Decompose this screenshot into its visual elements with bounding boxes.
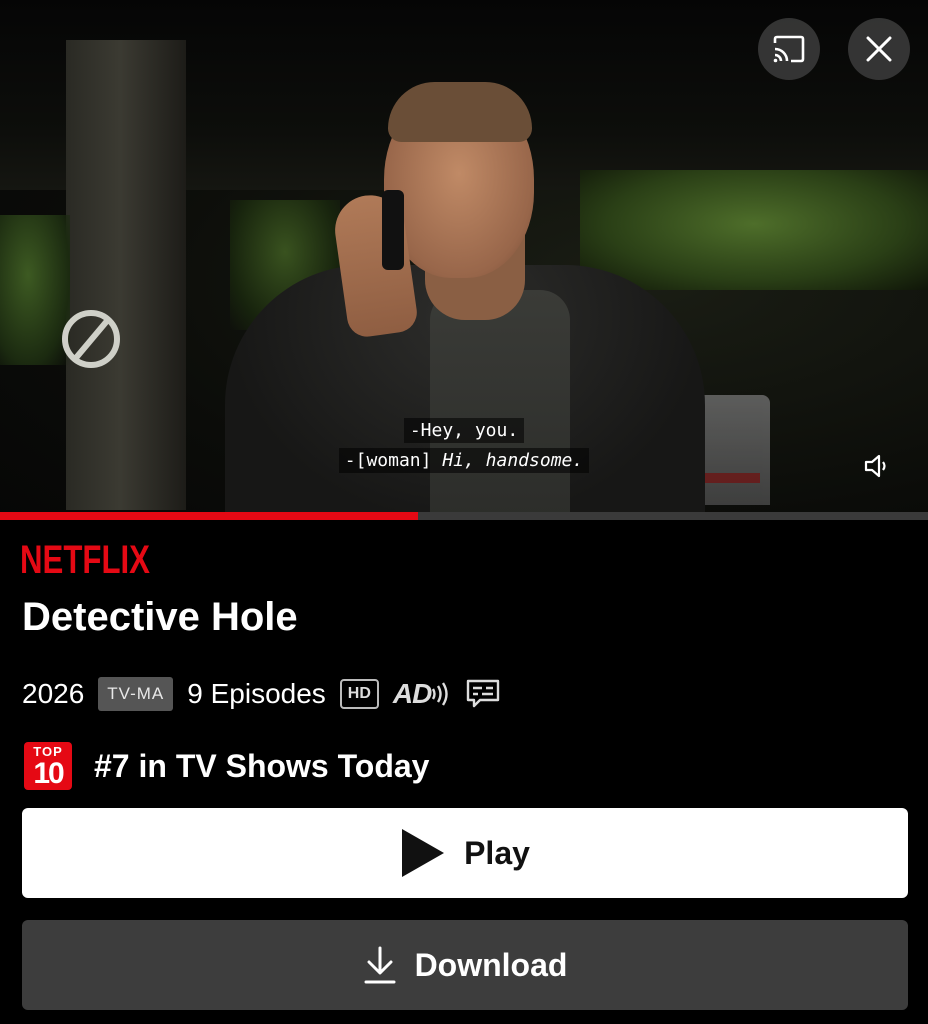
- progress-fill: [0, 512, 418, 520]
- download-icon: [364, 946, 396, 984]
- cast-button[interactable]: [758, 18, 820, 80]
- episode-count: 9 Episodes: [187, 678, 326, 709]
- audio-description-label: AD: [392, 678, 432, 709]
- progress-bar[interactable]: [0, 512, 928, 520]
- video-player[interactable]: -Hey, you. -[woman] Hi, handsome.: [0, 0, 928, 512]
- subtitle-line-1: -Hey, you.: [0, 418, 928, 443]
- volume-button[interactable]: [862, 451, 892, 481]
- show-title: Detective Hole: [22, 595, 298, 639]
- show-meta: 2026 TV-MA 9 Episodes HD AD: [22, 674, 501, 714]
- download-label: Download: [414, 946, 568, 983]
- maturity-rating-badge: TV-MA: [98, 677, 174, 711]
- subtitles-icon: [467, 679, 500, 708]
- release-year: 2026: [22, 678, 85, 709]
- netflix-logo: NETFLIX: [20, 538, 151, 582]
- subtitle-line-2: -[woman] Hi, handsome.: [0, 448, 928, 473]
- rank-text: #7 in TV Shows Today: [94, 747, 430, 784]
- audio-description-badge: AD: [393, 678, 451, 710]
- download-button[interactable]: Download: [22, 920, 908, 1010]
- audio-waves-icon: [432, 682, 449, 706]
- cast-icon: [773, 35, 805, 63]
- play-label: Play: [464, 834, 530, 871]
- close-button[interactable]: [848, 18, 910, 80]
- top10-badge-icon: TOP 10: [24, 742, 72, 790]
- subtitle-speaker: -[woman]: [344, 450, 432, 471]
- top10-rank: TOP 10 #7 in TV Shows Today: [24, 742, 429, 790]
- play-button[interactable]: Play: [22, 808, 908, 898]
- hd-badge: HD: [339, 679, 379, 709]
- close-icon: [866, 36, 892, 62]
- subtitle-text: Hi, handsome.: [442, 450, 584, 471]
- play-icon: [402, 829, 445, 877]
- volume-icon: [864, 454, 886, 478]
